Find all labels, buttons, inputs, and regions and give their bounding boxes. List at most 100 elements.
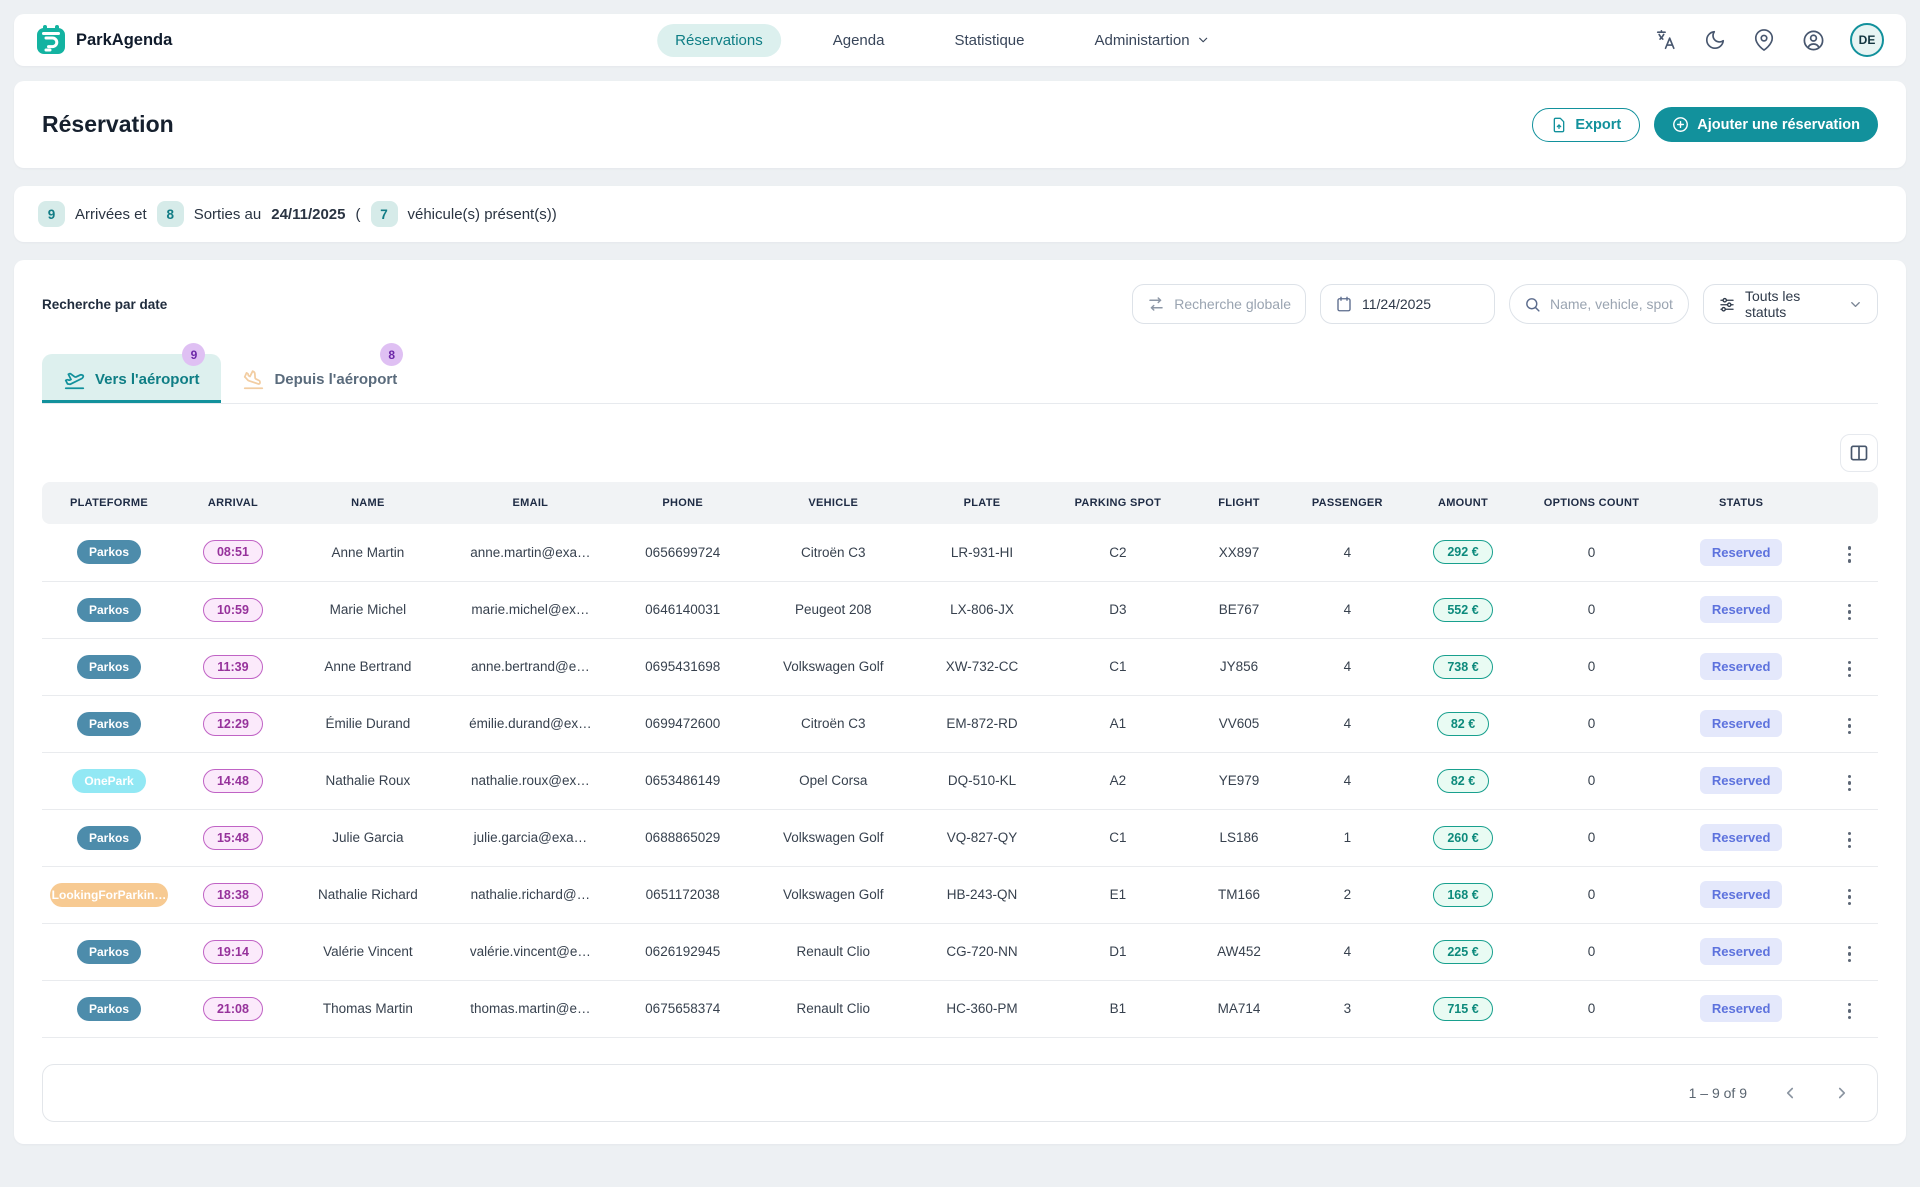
passenger-cell: 1 [1290,809,1404,866]
status-filter-dropdown[interactable]: Touts les statuts [1703,284,1878,324]
plate-cell: VQ-827-QY [916,809,1048,866]
nav-item-statistique[interactable]: Statistique [936,24,1042,57]
plane-landing-icon [243,369,264,390]
row-menu-button[interactable] [1844,942,1856,967]
language-icon[interactable] [1654,28,1678,52]
nav-item-agenda[interactable]: Agenda [815,24,903,57]
phone-cell: 0646140031 [615,581,751,638]
email-cell: anne.martin@exa… [446,524,615,581]
export-button[interactable]: Export [1532,108,1640,142]
amount-badge: 260 € [1433,826,1492,850]
row-menu-button[interactable] [1844,714,1856,739]
add-reservation-label: Ajouter une réservation [1697,117,1860,133]
summary-date: 24/11/2025 [271,206,345,223]
table-row[interactable]: Parkos 21:08 Thomas Martin thomas.martin… [42,980,1878,1037]
status-badge: Reserved [1700,824,1783,851]
column-header: Phone [615,482,751,524]
options-count-cell: 0 [1522,809,1662,866]
nav-item-administration[interactable]: Administartion [1076,24,1228,57]
table-tools [42,434,1878,472]
passenger-cell: 3 [1290,980,1404,1037]
swap-arrows-icon [1147,295,1165,313]
parking-spot-cell: C1 [1048,638,1188,695]
email-cell: julie.garcia@exa… [446,809,615,866]
departures-count-badge: 8 [157,201,184,227]
table-row[interactable]: Parkos 11:39 Anne Bertrand anne.bertrand… [42,638,1878,695]
next-page-button[interactable] [1833,1084,1851,1102]
table-row[interactable]: Parkos 19:14 Valérie Vincent valérie.vin… [42,923,1878,980]
phone-cell: 0651172038 [615,866,751,923]
row-menu-button[interactable] [1844,657,1856,682]
passenger-cell: 4 [1290,581,1404,638]
table-row[interactable]: OnePark 14:48 Nathalie Roux nathalie.rou… [42,752,1878,809]
row-menu-button[interactable] [1844,828,1856,853]
search-by-date-label: Recherche par date [42,297,167,312]
dark-mode-icon[interactable] [1703,28,1727,52]
parking-spot-cell: C2 [1048,524,1188,581]
row-menu-button[interactable] [1844,999,1856,1024]
platform-badge: Parkos [77,940,141,964]
column-header: Vehicle [751,482,916,524]
passenger-cell: 2 [1290,866,1404,923]
vehicles-text: véhicule(s) présent(s)) [408,206,557,223]
departures-text: Sorties au [194,206,262,223]
name-cell: Nathalie Richard [290,866,446,923]
name-cell: Émilie Durand [290,695,446,752]
global-search-button[interactable]: Recherche globale [1132,284,1306,324]
email-cell: anne.bertrand@e… [446,638,615,695]
row-menu-button[interactable] [1844,885,1856,910]
table-row[interactable]: Parkos 15:48 Julie Garcia julie.garcia@e… [42,809,1878,866]
vehicles-count-badge: 7 [371,201,398,227]
column-header: Passenger [1290,482,1404,524]
search-icon [1524,296,1541,313]
previous-page-button[interactable] [1781,1084,1799,1102]
options-count-cell: 0 [1522,581,1662,638]
parking-spot-cell: A2 [1048,752,1188,809]
table-row[interactable]: Parkos 10:59 Marie Michel marie.michel@e… [42,581,1878,638]
nav-item-reservations[interactable]: Réservations [657,24,781,57]
amount-badge: 738 € [1433,655,1492,679]
tab-to-airport[interactable]: 9 Vers l'aéroport [42,354,221,403]
arrival-time-badge: 19:14 [203,940,263,964]
status-badge: Reserved [1700,653,1783,680]
vehicle-cell: Citroën C3 [751,695,916,752]
tab-from-airport[interactable]: 8 Depuis l'aéroport [221,354,419,403]
arrivals-count-badge: 9 [38,201,65,227]
table-row[interactable]: LookingForParkin… 18:38 Nathalie Richard… [42,866,1878,923]
export-button-label: Export [1575,117,1621,133]
table-row[interactable]: Parkos 12:29 Émilie Durand émilie.durand… [42,695,1878,752]
phone-cell: 0675658374 [615,980,751,1037]
search-box [1509,284,1689,324]
filters-controls: Recherche globale 11/24/2025 [1132,284,1878,324]
arrivals-text: Arrivées et [75,206,147,223]
brand[interactable]: ParkAgenda [36,25,172,55]
row-menu-button[interactable] [1844,542,1856,567]
user-account-icon[interactable] [1801,28,1825,52]
filters-row: Recherche par date Recherche globale 11/… [42,284,1878,324]
add-reservation-button[interactable]: Ajouter une réservation [1654,107,1878,142]
avatar[interactable]: DE [1850,23,1884,57]
flight-cell: LS186 [1188,809,1291,866]
row-menu-button[interactable] [1844,771,1856,796]
parking-spot-cell: D3 [1048,581,1188,638]
platform-badge: LookingForParkin… [50,883,168,907]
pagination-range-label: 1 – 9 of 9 [1689,1085,1747,1101]
options-count-cell: 0 [1522,923,1662,980]
location-icon[interactable] [1752,28,1776,52]
passenger-cell: 4 [1290,695,1404,752]
column-header: Parking spot [1048,482,1188,524]
column-header: Options count [1522,482,1662,524]
email-cell: nathalie.richard@… [446,866,615,923]
status-badge: Reserved [1700,767,1783,794]
plate-cell: EM-872-RD [916,695,1048,752]
search-input[interactable] [1550,296,1674,312]
flight-cell: AW452 [1188,923,1291,980]
name-cell: Marie Michel [290,581,446,638]
row-menu-button[interactable] [1844,600,1856,625]
column-settings-button[interactable] [1840,434,1878,472]
date-picker[interactable]: 11/24/2025 [1320,284,1495,324]
vehicle-cell: Renault Clio [751,980,916,1037]
plate-cell: DQ-510-KL [916,752,1048,809]
table-row[interactable]: Parkos 08:51 Anne Martin anne.martin@exa… [42,524,1878,581]
table-body: Parkos 08:51 Anne Martin anne.martin@exa… [42,524,1878,1037]
